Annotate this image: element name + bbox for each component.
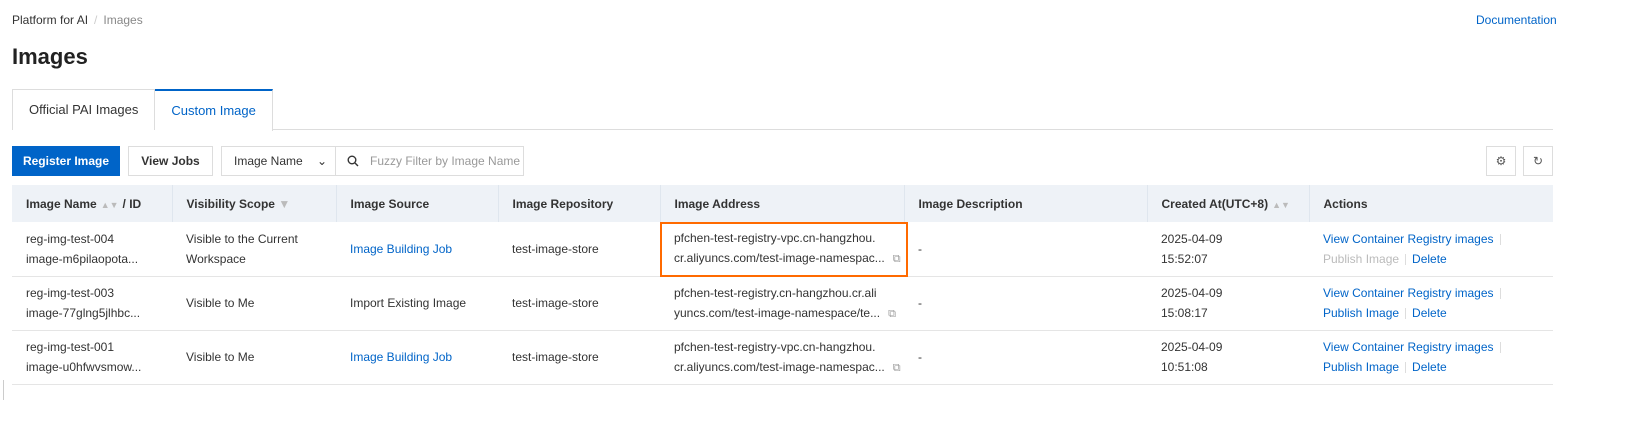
col-created[interactable]: Created At(UTC+8) ▲▼ xyxy=(1146,185,1309,222)
created-time: 15:52:07 xyxy=(1161,251,1208,266)
gear-icon: ⚙ xyxy=(1495,154,1507,168)
created-time: 10:51:08 xyxy=(1161,360,1208,374)
image-name-cell: reg-img-test-003 image-77glng5jlhbc... xyxy=(12,276,172,331)
view-jobs-button[interactable]: View Jobs xyxy=(128,146,213,176)
view-registry-link[interactable]: View Container Registry images xyxy=(1323,340,1494,354)
sort-icon[interactable]: ▲▼ xyxy=(101,200,119,210)
copy-icon[interactable]: ⧉ xyxy=(888,308,896,320)
image-name: reg-img-test-004 xyxy=(26,231,115,246)
filter-field-value: Image Name xyxy=(234,154,303,168)
created-date: 2025-04-09 xyxy=(1161,340,1223,354)
address-line-1: pfchen-test-registry-vpc.cn-hangzhou. xyxy=(674,339,876,354)
left-edge-handle xyxy=(0,380,4,400)
table-row: reg-img-test-003 image-77glng5jlhbc... Vi… xyxy=(12,276,1553,331)
publish-image-link[interactable]: Publish Image xyxy=(1323,360,1399,374)
tab-custom-image[interactable]: Custom Image xyxy=(155,89,273,131)
address-line-1: pfchen-test-registry.cn-hangzhou.cr.ali xyxy=(674,285,877,300)
created-cell: 2025-04-09 15:08:17 xyxy=(1147,276,1309,331)
created-date: 2025-04-09 xyxy=(1161,286,1223,300)
created-date: 2025-04-09 xyxy=(1161,231,1223,246)
image-repository: test-image-store xyxy=(498,276,660,331)
image-description: - xyxy=(904,330,1147,385)
delete-link[interactable]: Delete xyxy=(1412,252,1447,266)
table-header: Image Name ▲▼ / ID Visibility Scope ▼ Imag… xyxy=(12,185,1553,222)
refresh-icon: ↻ xyxy=(1532,154,1544,168)
image-id: image-77glng5jlhbc... xyxy=(26,306,141,320)
col-visibility[interactable]: Visibility Scope ▼ xyxy=(171,185,336,222)
tab-official-images[interactable]: Official PAI Images xyxy=(12,89,156,130)
image-description: - xyxy=(904,222,1147,277)
image-address-cell: pfchen-test-registry.cn-hangzhou.cr.ali y… xyxy=(660,276,904,331)
page-title: Images xyxy=(12,44,88,69)
created-cell: 2025-04-09 10:51:08 xyxy=(1147,330,1309,385)
col-repository: Image Repository xyxy=(497,185,660,222)
created-time: 15:08:17 xyxy=(1161,306,1208,320)
image-source[interactable]: Image Building Job xyxy=(336,330,498,385)
col-description: Image Description xyxy=(903,185,1147,222)
col-actions: Actions xyxy=(1308,185,1553,222)
refresh-button[interactable]: ↻ xyxy=(1523,146,1553,176)
image-id: image-m6pilaopota... xyxy=(26,251,139,266)
created-cell: 2025-04-09 15:52:07 xyxy=(1147,222,1309,277)
highlight-box xyxy=(660,222,908,277)
actions-cell: View Container Registry images Publish Im… xyxy=(1309,276,1553,331)
delete-link[interactable]: Delete xyxy=(1412,306,1447,320)
image-name: reg-img-test-003 xyxy=(26,286,115,300)
image-repository: test-image-store xyxy=(498,330,660,385)
visibility-cell: Visible to Me xyxy=(172,330,336,385)
col-image-name[interactable]: Image Name ▲▼ / ID xyxy=(12,185,172,222)
table-row: reg-img-test-001 image-u0hfwvsmow... Visi… xyxy=(12,330,1553,385)
actions-cell: View Container Registry images Publish Im… xyxy=(1309,330,1553,385)
actions-cell: View Container Registry images Publish Im… xyxy=(1309,222,1553,277)
image-name: reg-img-test-001 xyxy=(26,340,115,354)
visibility-cell: Visible to the Current Workspace xyxy=(172,222,336,277)
filter-field-select[interactable]: Image Name ⌄ xyxy=(221,146,336,176)
col-address: Image Address xyxy=(659,185,904,222)
chevron-down-icon: ⌄ xyxy=(316,154,327,168)
tab-bar: Official PAI Images Custom Image xyxy=(12,89,1553,131)
settings-button[interactable]: ⚙ xyxy=(1486,146,1516,176)
image-source: Import Existing Image xyxy=(336,276,498,331)
address-line-2: cr.aliyuncs.com/test-image-namespac... xyxy=(674,359,885,374)
images-table: Image Name ▲▼ / ID Visibility Scope ▼ Imag… xyxy=(12,185,1553,385)
address-line-2: yuncs.com/test-image-namespace/te... xyxy=(674,305,881,320)
delete-link[interactable]: Delete xyxy=(1412,360,1447,374)
publish-image-link[interactable]: Publish Image xyxy=(1323,306,1399,320)
documentation-link[interactable]: Documentation xyxy=(1476,13,1557,27)
col-source: Image Source xyxy=(335,185,498,222)
image-description: - xyxy=(904,276,1147,331)
search-placeholder: Fuzzy Filter by Image Name xyxy=(370,154,521,168)
view-registry-link[interactable]: View Container Registry images xyxy=(1323,286,1494,300)
image-name-cell: reg-img-test-004 image-m6pilaopota... xyxy=(12,222,172,277)
breadcrumb-current: Images xyxy=(103,13,143,27)
visibility-cell: Visible to Me xyxy=(172,276,336,331)
image-repository: test-image-store xyxy=(498,222,660,277)
breadcrumb-root[interactable]: Platform for AI xyxy=(12,13,88,27)
filter-icon[interactable]: ▼ xyxy=(278,197,290,211)
register-image-button[interactable]: Register Image xyxy=(12,146,120,176)
search-icon xyxy=(347,155,359,167)
search-input[interactable]: Fuzzy Filter by Image Name xyxy=(335,146,524,176)
image-source[interactable]: Image Building Job xyxy=(336,222,498,277)
breadcrumb: Platform for AI / Images xyxy=(12,13,143,27)
sort-icon[interactable]: ▲▼ xyxy=(1272,200,1290,210)
image-id: image-u0hfwvsmow... xyxy=(26,360,142,374)
image-address-cell: pfchen-test-registry-vpc.cn-hangzhou. cr.… xyxy=(660,330,904,385)
publish-image-link: Publish Image xyxy=(1323,251,1400,266)
image-name-cell: reg-img-test-001 image-u0hfwvsmow... xyxy=(12,330,172,385)
view-registry-link[interactable]: View Container Registry images xyxy=(1323,232,1494,246)
copy-icon[interactable]: ⧉ xyxy=(893,362,901,374)
